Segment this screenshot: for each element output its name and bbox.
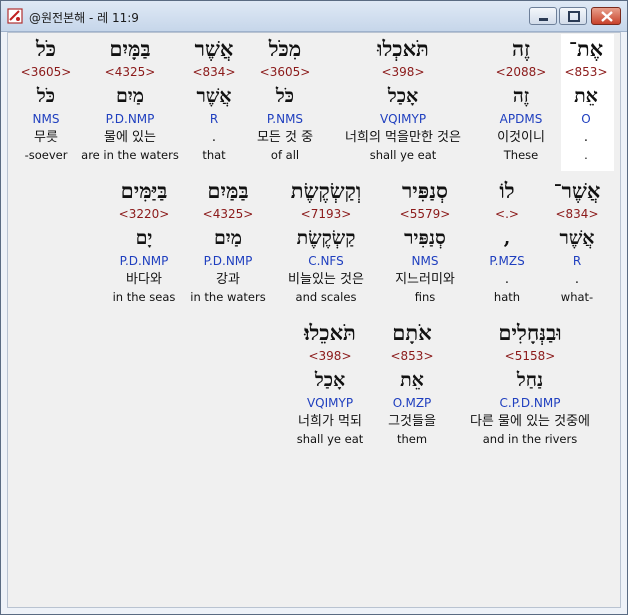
close-button[interactable]: [591, 7, 621, 25]
strong-number: <853>: [390, 349, 434, 363]
hebrew-word: סְנַפִּיר: [401, 178, 449, 203]
strong-number: <834>: [555, 207, 599, 221]
lemma: קַשְׂקֶשֶׂת: [296, 227, 356, 249]
parsing: VQIMYP: [306, 396, 354, 410]
english-gloss: and in the rivers: [482, 432, 578, 446]
word-cell[interactable]: וּבַנְּחָלִים <5158> נַחַל C.P.D.NMP 다른 …: [450, 318, 610, 447]
hebrew-word: בַּמָּיִם: [109, 36, 151, 61]
english-gloss: -soever: [24, 148, 68, 162]
korean-gloss: 지느러미와: [395, 272, 455, 287]
parsing: P.D.NMP: [119, 254, 169, 268]
strong-number: <3605>: [20, 65, 72, 79]
korean-gloss: 강과: [216, 272, 240, 287]
korean-gloss: .: [504, 272, 510, 287]
english-gloss: hath: [493, 290, 521, 304]
english-gloss: in the seas: [112, 290, 176, 304]
strong-number: <398>: [308, 349, 352, 363]
maximize-button[interactable]: [559, 7, 587, 25]
korean-gloss: 너희가 먹되: [298, 414, 362, 429]
lemma: אָכַל: [314, 369, 346, 391]
app-window: @원전본해 - 레 11:9 אֶת־ <853> אֵת O . . זֶה …: [0, 0, 628, 615]
minimize-button[interactable]: [529, 7, 557, 25]
word-cell[interactable]: כֹּל <3605> כֹּל NMS 무릇 -soever: [11, 34, 81, 163]
lemma: ,: [503, 227, 511, 249]
word-cell[interactable]: אֹתָם <853> אֵת O.MZP 그것들을 them: [372, 318, 452, 447]
window-title: @원전본해 - 레 11:9: [29, 11, 139, 25]
lemma: נַחַל: [516, 369, 544, 391]
word-cell[interactable]: סְנַפִּיר <5579> סְנַפִּיר NMS 지느러미와 fin…: [380, 176, 470, 305]
korean-gloss: .: [574, 272, 580, 287]
english-gloss: fins: [414, 290, 436, 304]
close-icon: [601, 11, 613, 22]
hebrew-word: כֹּל: [35, 36, 57, 61]
minimize-icon: [539, 18, 548, 21]
lemma: אֵת: [400, 369, 424, 391]
parsing: NMS: [411, 254, 439, 268]
hebrew-word: אֹתָם: [392, 320, 432, 345]
english-gloss: are in the waters: [81, 148, 179, 162]
hebrew-word: בַּיַּמִּים: [120, 178, 168, 203]
word-cell[interactable]: בַּמַּיִם <4325> מַיִם P.D.NMP 강과 in the…: [183, 176, 273, 305]
korean-gloss: 다른 물에 있는 것중에: [469, 414, 591, 429]
strong-number: <5579>: [399, 207, 451, 221]
hebrew-word: וּבַנְּחָלִים: [498, 320, 562, 345]
english-gloss: and scales: [295, 290, 357, 304]
parsing: P.D.NMP: [105, 112, 155, 126]
strong-number: <5158>: [504, 349, 556, 363]
strong-number: <7193>: [300, 207, 352, 221]
lemma: אֲשֶׁר: [559, 227, 595, 249]
app-icon: [7, 8, 23, 24]
hebrew-word: לוֹ: [499, 178, 515, 203]
korean-gloss: 바다와: [126, 272, 162, 287]
parsing: C.NFS: [308, 254, 344, 268]
hebrew-word: בַּמַּיִם: [207, 178, 249, 203]
hebrew-word: תֹּאכֵלוּ׃: [304, 320, 356, 345]
english-gloss: them: [396, 432, 428, 446]
lemma: יָם: [135, 227, 153, 249]
strong-number: <4325>: [202, 207, 254, 221]
english-gloss: in the waters: [190, 290, 266, 304]
lemma: סְנַפִּיר: [404, 227, 446, 249]
lemma: כֹּל: [36, 85, 56, 107]
word-cell[interactable]: תֹּאכֵלוּ׃ <398> אָכַל VQIMYP 너희가 먹되 sha…: [285, 318, 375, 447]
english-gloss: shall ye eat: [296, 432, 364, 446]
english-gloss: what-: [560, 290, 594, 304]
maximize-icon: [568, 11, 580, 22]
title-bar[interactable]: @원전본해 - 레 11:9: [1, 1, 627, 32]
parsing: R: [572, 254, 582, 268]
parsing: O.MZP: [392, 396, 432, 410]
strong-number: <.>: [495, 207, 519, 221]
korean-gloss: 그것들을: [388, 414, 436, 429]
strong-number: <4325>: [104, 65, 156, 79]
hebrew-word: וְקַשְׂקֶשֶׂת: [290, 178, 362, 203]
parsing: P.MZS: [489, 254, 525, 268]
word-cell[interactable]: בַּמָּיִם <4325> מַיִם P.D.NMP 물에 있는 are…: [65, 34, 195, 163]
strong-number: <3220>: [118, 207, 170, 221]
parsing: P.D.NMP: [203, 254, 253, 268]
word-cell[interactable]: בַּיַּמִּים <3220> יָם P.D.NMP 바다와 in th…: [99, 176, 189, 305]
parsing: C.P.D.NMP: [499, 396, 561, 410]
lemma: מַיִם: [115, 85, 145, 107]
hebrew-word: אֲשֶׁר־: [553, 178, 601, 203]
interlinear-view: אֶת־ <853> אֵת O . . זֶה <2088> זֶה APDM…: [7, 32, 621, 608]
word-cell[interactable]: וְקַשְׂקֶשֶׂת <7193> קַשְׂקֶשֶׂת C.NFS 비…: [271, 176, 381, 305]
korean-gloss: 비늘있는 것은: [288, 272, 364, 287]
korean-gloss: 무릇: [34, 130, 58, 145]
parsing: NMS: [32, 112, 60, 126]
korean-gloss: 물에 있는: [104, 130, 156, 145]
word-cell[interactable]: אֲשֶׁר־ <834> אֲשֶׁר R . what-: [537, 176, 617, 305]
lemma: מַיִם: [213, 227, 243, 249]
word-cell[interactable]: לוֹ <.> , P.MZS . hath: [472, 176, 542, 305]
